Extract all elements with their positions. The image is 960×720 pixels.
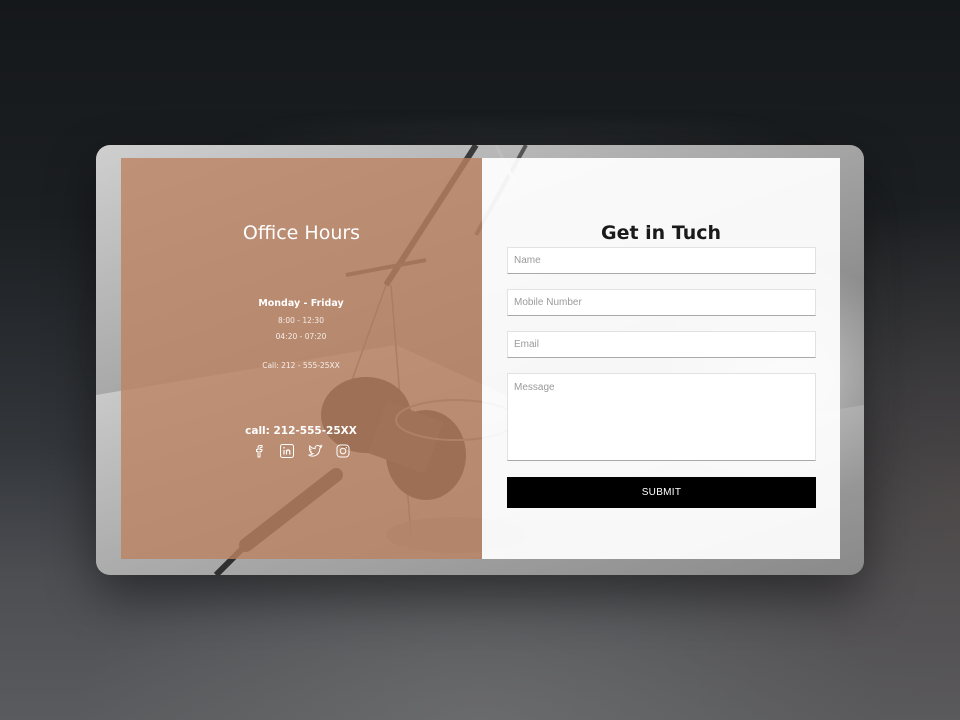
office-hours-panel: Office Hours Monday - Friday 8:00 - 12:3… — [121, 158, 482, 559]
message-textarea[interactable] — [507, 373, 816, 461]
contact-card: Office Hours Monday - Friday 8:00 - 12:3… — [96, 145, 864, 575]
linkedin-icon[interactable] — [279, 443, 295, 459]
email-input[interactable] — [507, 331, 816, 358]
mobile-number-input[interactable] — [507, 289, 816, 316]
office-phone: call: 212-555-25XX — [245, 425, 357, 437]
contact-form-title: Get in Tuch — [600, 222, 722, 244]
contact-form-panel: Get in Tuch SUBMIT — [482, 158, 840, 559]
name-input[interactable] — [507, 247, 816, 274]
twitter-icon[interactable] — [307, 443, 323, 459]
hours-afternoon: 04:20 - 07:20 — [275, 332, 327, 341]
instagram-icon[interactable] — [335, 443, 351, 459]
office-hours-title: Office Hours — [242, 222, 361, 244]
hours-days: Monday - Friday — [258, 298, 344, 309]
social-links — [121, 443, 481, 459]
hours-morning: 8:00 - 12:30 — [278, 316, 324, 325]
facebook-icon[interactable] — [251, 443, 267, 459]
submit-button[interactable]: SUBMIT — [507, 477, 816, 508]
office-phone-small: Call: 212 - 555-25XX — [262, 361, 340, 370]
